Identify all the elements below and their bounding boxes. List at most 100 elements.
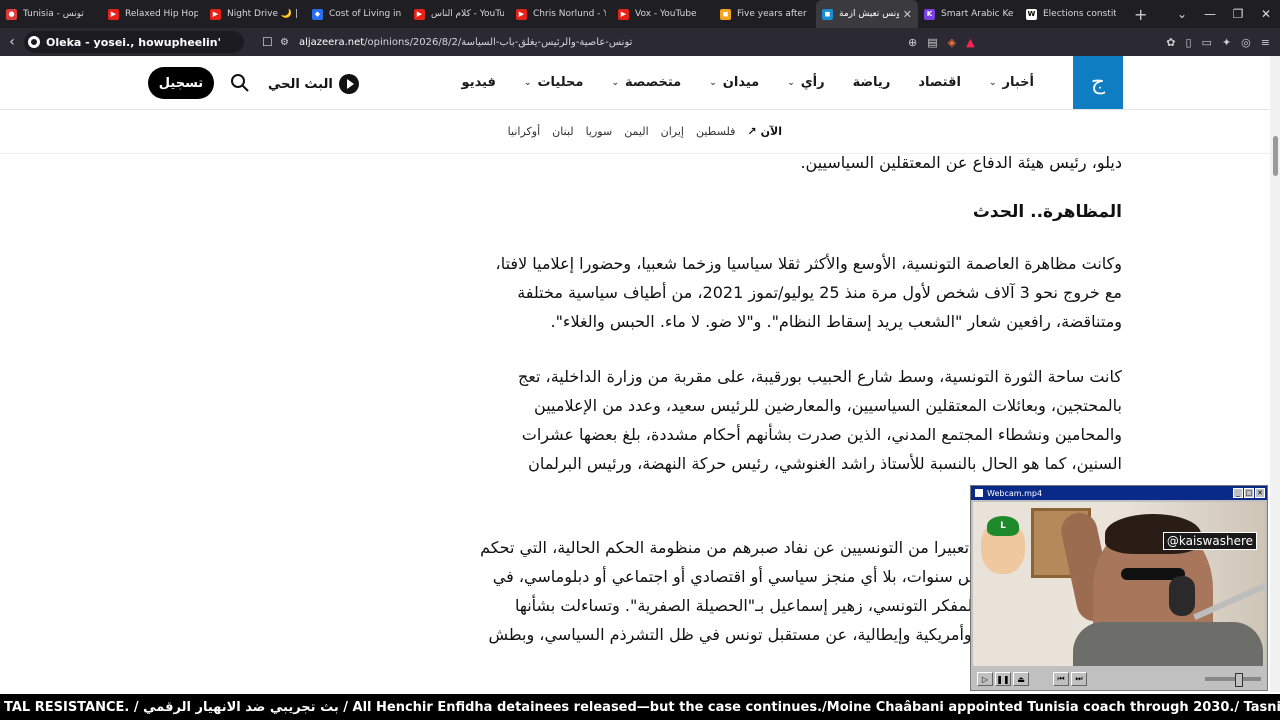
- tab-title: Relaxed Hip Hop &: [125, 9, 198, 19]
- trending-topic[interactable]: إيران: [661, 125, 684, 138]
- nav-item[interactable]: رياضة: [839, 75, 905, 90]
- nav-item[interactable]: ⌄ رأي: [773, 75, 838, 90]
- sidebar-icon[interactable]: ▯: [1185, 36, 1191, 49]
- list-all-tabs-icon[interactable]: ⌄: [1168, 7, 1196, 21]
- close-tab-icon[interactable]: ✕: [903, 8, 912, 21]
- url-bar[interactable]: ⚙ aljazeera.net /opinions/2026/8/2/تونس-…: [280, 32, 1000, 52]
- trending-list: ↗ الآن فلسطين إيران اليمن سوريا لبنان أوكراني…: [508, 110, 782, 152]
- luigi-figure: [981, 516, 1025, 574]
- tab-title: Night Drive 🌙 | Be: [227, 9, 300, 19]
- browser-tab[interactable]: ● Tunisia - تونس: [0, 0, 102, 28]
- scrollbar-thumb[interactable]: [1273, 136, 1278, 176]
- brave-shield-icon[interactable]: ◈: [948, 36, 956, 49]
- eject-icon[interactable]: ⏏: [1013, 672, 1029, 686]
- nav-item[interactable]: ⌄ ميدان: [695, 75, 773, 90]
- webcam-titlebar[interactable]: Webcam.mp4 _ □ ✕: [971, 486, 1267, 500]
- aljazeera-logo[interactable]: ج: [1073, 56, 1123, 109]
- nav-item-label: أخبار: [1002, 75, 1035, 90]
- news-ticker: TAL RESISTANCE. / بث تجريبي ضد الانهيار …: [0, 694, 1280, 720]
- trending-topic[interactable]: فلسطين: [696, 125, 735, 138]
- browser-tab[interactable]: ▶ Relaxed Hip Hop &: [102, 0, 204, 28]
- browser-tab[interactable]: ▶ Night Drive 🌙 | Be: [204, 0, 306, 28]
- article-paragraph: وكانت مظاهرة العاصمة التونسية، الأوسع وا…: [495, 254, 1122, 331]
- window-controls: ⌄ — ❐ ✕: [1168, 0, 1280, 28]
- streamer-handle: @kaiswashere: [1162, 532, 1257, 550]
- tab-favicon-icon: ▶: [618, 8, 629, 20]
- now-playing-label: Oleka - yosei., howupheelin': [46, 35, 221, 49]
- rewards-icon[interactable]: ▲: [966, 36, 974, 49]
- player-minimize-icon[interactable]: _: [1233, 488, 1243, 498]
- new-tab-icon[interactable]: +: [1134, 5, 1147, 24]
- trending-bar: ↗ الآن فلسطين إيران اليمن سوريا لبنان أوكراني…: [0, 110, 1270, 154]
- tab-title: Five years after Sa: [737, 9, 810, 19]
- browser-tab[interactable]: ▶ Chris Norlund - Yo: [510, 0, 612, 28]
- nav-item[interactable]: ⌄ محليات: [510, 75, 598, 90]
- wallet-icon[interactable]: ▭: [1202, 36, 1212, 49]
- trending-topic[interactable]: سوريا: [586, 125, 613, 138]
- pause-icon[interactable]: ❚❚: [995, 672, 1011, 686]
- browser-tab[interactable]: ◼ Five years after Sa: [714, 0, 816, 28]
- now-playing-icon: [28, 36, 40, 48]
- site-header: ج ⌄ أخبار اقتصاد رياضة ⌄ رأي ⌄ ميدان ⌄ متخصصة ⌄ محل…: [0, 56, 1270, 110]
- tab-favicon-icon: ◆: [312, 8, 323, 20]
- play-icon[interactable]: ▷: [977, 672, 993, 686]
- tab-title: كلام الناس - YouTube: [431, 9, 504, 19]
- menu-icon[interactable]: ≡: [1261, 36, 1270, 49]
- reader-view-icon[interactable]: ▤: [927, 36, 937, 49]
- vpn-icon[interactable]: ◎: [1241, 36, 1251, 49]
- player-controls: ▷ ❚❚ ⏏ ⏮ ⏭: [971, 668, 1267, 690]
- live-stream-link[interactable]: البث الحي: [268, 73, 359, 95]
- next-icon[interactable]: ⏭: [1071, 672, 1087, 686]
- nav-item[interactable]: ⌄ أخبار: [975, 75, 1048, 90]
- tab-favicon-icon: ◼: [822, 8, 833, 20]
- site-info-icon[interactable]: ⚙: [280, 37, 289, 48]
- register-button[interactable]: تسجيل: [148, 67, 214, 99]
- volume-slider[interactable]: [1205, 673, 1261, 687]
- nav-item-label: متخصصة: [625, 75, 682, 90]
- zoom-icon[interactable]: ⊕: [908, 36, 917, 49]
- minimize-icon[interactable]: —: [1196, 7, 1224, 21]
- close-window-icon[interactable]: ✕: [1252, 7, 1280, 21]
- browser-tab[interactable]: ◼ تونس تعيش أزمة ✕: [816, 0, 918, 28]
- nav-item-label: ميدان: [722, 75, 760, 90]
- tab-favicon-icon: ▶: [210, 8, 221, 20]
- ticker-text: TAL RESISTANCE. / بث تجريبي ضد الانهيار …: [4, 699, 1280, 715]
- tab-favicon-icon: W: [1026, 8, 1037, 20]
- play-icon: [338, 74, 359, 94]
- browser-tab[interactable]: ◆ Cost of Living in Tu: [306, 0, 408, 28]
- browser-tab[interactable]: ▶ Vox - YouTube: [612, 0, 714, 28]
- now-playing-pill[interactable]: Oleka - yosei., howupheelin': [24, 31, 244, 53]
- browser-tab[interactable]: K Smart Arabic Keyb: [918, 0, 1020, 28]
- article-paragraph: ديلو، رئيس هيئة الدفاع عن المعتقلين السي…: [800, 154, 1122, 172]
- nav-item[interactable]: فيديو: [448, 75, 510, 90]
- tab-favicon-icon: ▶: [414, 8, 425, 20]
- trending-topic[interactable]: أوكرانيا: [508, 125, 540, 138]
- live-label: البث الحي: [268, 76, 333, 92]
- trending-topic[interactable]: لبنان: [552, 125, 573, 138]
- search-icon[interactable]: [230, 73, 250, 93]
- nav-item-label: رياضة: [852, 75, 891, 90]
- back-icon[interactable]: ‹: [0, 34, 24, 50]
- browser-tab[interactable]: ▶ كلام الناس - YouTube: [408, 0, 510, 28]
- player-close-icon[interactable]: ✕: [1255, 488, 1265, 498]
- browser-tab[interactable]: W Élections constitut: [1020, 0, 1122, 28]
- tab-favicon-icon: ●: [6, 8, 17, 20]
- url-domain: aljazeera.net: [298, 36, 365, 48]
- restore-icon[interactable]: ❐: [1224, 7, 1252, 21]
- tab-title: Smart Arabic Keyb: [941, 9, 1014, 19]
- trending-topic[interactable]: اليمن: [624, 125, 648, 138]
- chevron-down-icon: ⌄: [709, 77, 717, 88]
- url-actions: ⊕ ▤ ◈ ▲: [908, 32, 975, 52]
- webcam-player-window[interactable]: Webcam.mp4 _ □ ✕ @kaiswashere ▷ ❚❚ ⏏ ⏮ ⏭: [970, 485, 1268, 691]
- leo-ai-icon[interactable]: ✦: [1222, 36, 1231, 49]
- tab-favicon-icon: ▶: [516, 8, 527, 20]
- page-scrollbar[interactable]: [1270, 56, 1280, 692]
- webcam-video: @kaiswashere: [973, 502, 1265, 666]
- bookmark-icon[interactable]: ☐: [262, 35, 273, 49]
- previous-icon[interactable]: ⏮: [1053, 672, 1069, 686]
- section-heading: المظاهرة.. الحدث: [972, 202, 1122, 222]
- nav-item[interactable]: ⌄ متخصصة: [597, 75, 695, 90]
- nav-item[interactable]: اقتصاد: [904, 75, 975, 90]
- player-maximize-icon[interactable]: □: [1244, 488, 1254, 498]
- extensions-icon[interactable]: ✿: [1166, 36, 1175, 49]
